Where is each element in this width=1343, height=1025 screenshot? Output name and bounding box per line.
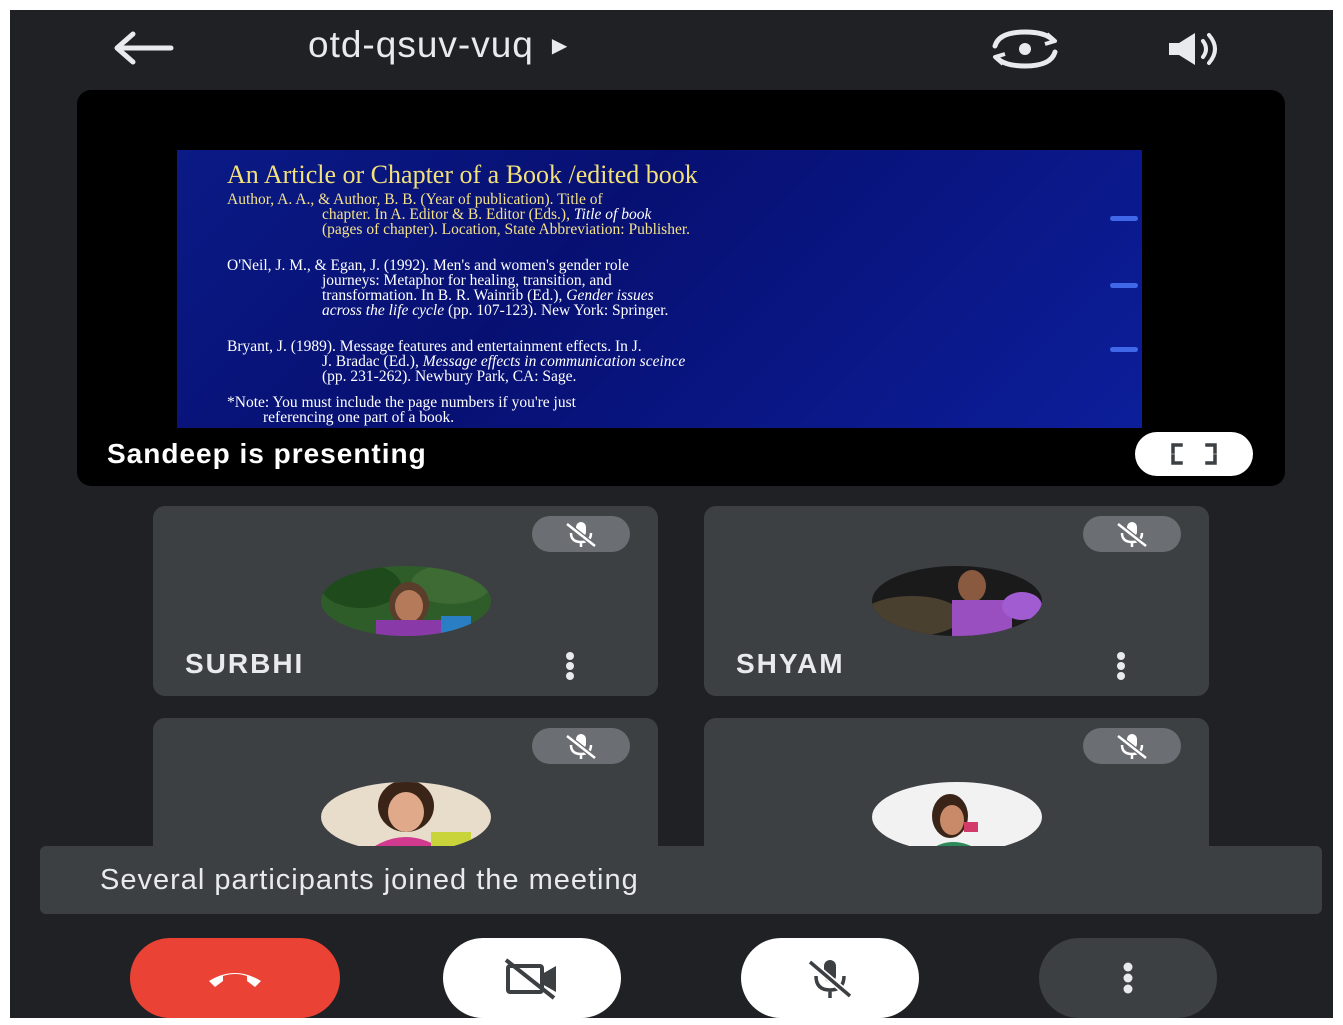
slide-decoration xyxy=(1110,283,1138,288)
avatar xyxy=(872,566,1042,636)
presentation-view[interactable]: An Article or Chapter of a Book /edited … xyxy=(77,90,1285,486)
more-options-button[interactable] xyxy=(1039,938,1217,1018)
participant-options-button[interactable] xyxy=(555,646,585,686)
camera-off-icon xyxy=(504,958,556,1000)
fullscreen-icon xyxy=(1171,443,1217,465)
participant-tile[interactable] xyxy=(153,718,658,858)
back-button[interactable] xyxy=(108,26,178,70)
notification-toast: Several participants joined the meeting xyxy=(40,846,1322,914)
avatar xyxy=(872,782,1042,852)
presenter-label: Sandeep is presenting xyxy=(107,438,427,469)
participant-tile[interactable] xyxy=(704,718,1209,858)
shared-slide: An Article or Chapter of a Book /edited … xyxy=(177,150,1142,428)
meeting-code: otd-qsuv-vuq xyxy=(308,24,534,65)
participant-name: SHYAM xyxy=(736,648,845,679)
toast-message: Several participants joined the meeting xyxy=(100,864,639,896)
muted-badge xyxy=(532,516,630,552)
mic-off-icon xyxy=(565,522,597,548)
mic-off-icon xyxy=(1116,734,1148,760)
participant-name: SURBHI xyxy=(185,648,305,679)
slide-note: *Note: You must include the page numbers… xyxy=(227,394,576,426)
slide-reference-3: Bryant, J. (1989). Message features and … xyxy=(227,338,686,385)
slide-title: An Article or Chapter of a Book /edited … xyxy=(227,160,698,189)
end-call-icon xyxy=(209,973,261,987)
slide-decoration xyxy=(1110,347,1138,352)
more-vert-icon xyxy=(1123,962,1133,994)
more-vert-icon xyxy=(1117,652,1125,680)
muted-badge xyxy=(532,728,630,764)
switch-camera-icon xyxy=(992,29,1058,69)
camera-toggle-button[interactable] xyxy=(443,938,621,1018)
top-bar: otd-qsuv-vuq ▶ xyxy=(10,10,1333,85)
participant-tile[interactable]: SHYAM xyxy=(704,506,1209,696)
muted-badge xyxy=(1083,516,1181,552)
participant-tile[interactable]: SURBHI xyxy=(153,506,658,696)
mic-off-icon xyxy=(807,959,853,999)
meeting-code-button[interactable]: otd-qsuv-vuq ▶ xyxy=(308,24,568,66)
meet-app: otd-qsuv-vuq ▶ An Article or Chapter of … xyxy=(10,10,1333,1018)
muted-badge xyxy=(1083,728,1181,764)
expand-arrow-icon: ▶ xyxy=(551,34,569,57)
slide-decoration xyxy=(1110,216,1138,221)
more-vert-icon xyxy=(566,652,574,680)
slide-reference-2: O'Neil, J. M., & Egan, J. (1992). Men's … xyxy=(227,257,669,319)
slide-reference-1: Author, A. A., & Author, B. B. (Year of … xyxy=(227,191,691,238)
mic-toggle-button[interactable] xyxy=(741,938,919,1018)
mic-off-icon xyxy=(565,734,597,760)
switch-camera-button[interactable] xyxy=(980,24,1070,74)
mic-off-icon xyxy=(1116,522,1148,548)
participant-options-button[interactable] xyxy=(1106,646,1136,686)
fullscreen-button[interactable] xyxy=(1135,432,1253,476)
avatar xyxy=(321,566,491,636)
end-call-button[interactable] xyxy=(130,938,340,1018)
arrow-left-icon xyxy=(114,31,174,65)
volume-icon xyxy=(1169,33,1217,65)
speaker-button[interactable] xyxy=(1158,24,1238,74)
avatar xyxy=(321,782,491,852)
